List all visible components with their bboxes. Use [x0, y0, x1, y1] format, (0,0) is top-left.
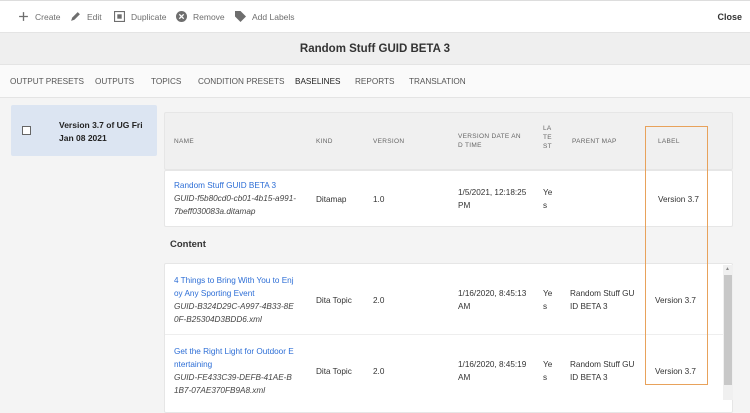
latest-cell: Yes	[543, 289, 553, 311]
tab-topics[interactable]: TOPICS	[151, 77, 181, 86]
duplicate-button[interactable]: Duplicate	[114, 11, 166, 22]
column-header-latest[interactable]: LATEST	[543, 124, 553, 151]
create-button[interactable]: Create	[18, 11, 61, 22]
edit-button[interactable]: Edit	[70, 11, 102, 22]
tab-outputs[interactable]: OUTPUTS	[95, 77, 134, 86]
label-column-highlight	[645, 126, 708, 385]
tab-baselines[interactable]: BASELINES	[295, 77, 341, 86]
tab-reports[interactable]: REPORTS	[355, 77, 394, 86]
plus-icon	[19, 12, 28, 21]
pencil-icon	[71, 12, 80, 21]
topic-title-link[interactable]: 4 Things to Bring With You to Enjoy Any …	[174, 274, 296, 300]
parent-cell: Random Stuff GUID BETA 3	[570, 289, 635, 311]
topic-guid: GUID-FE433C39-DEFB-41AE-B1B7-07AE370FB9A…	[174, 373, 292, 395]
column-header-date[interactable]: VERSION DATE AND TIME	[458, 132, 524, 150]
kind-cell: Dita Topic	[316, 296, 352, 305]
latest-cell: Yes	[543, 360, 553, 382]
date-cell: 1/5/2021, 12:18:25 PM	[458, 188, 527, 210]
tab-condition-presets[interactable]: CONDITION PRESETS	[198, 77, 284, 86]
scrollbar[interactable]: ▲	[723, 265, 733, 400]
table-row[interactable]: 4 Things to Bring With You to Enjoy Any …	[165, 264, 723, 335]
parent-cell: Random Stuff GUID BETA 3	[570, 360, 635, 382]
table-row[interactable]: Get the Right Light for Outdoor Entertai…	[165, 335, 723, 406]
remove-button[interactable]: Remove	[176, 11, 225, 22]
remove-icon	[176, 11, 187, 22]
column-header-kind[interactable]: KIND	[316, 137, 333, 146]
baseline-checkbox[interactable]	[22, 126, 31, 135]
latest-cell: Yes	[543, 188, 553, 210]
baseline-label: Version 3.7 of UG Fri Jan 08 2021	[59, 120, 143, 143]
kind-cell: Ditamap	[316, 195, 347, 204]
tab-output-presets[interactable]: OUTPUT PRESETS	[10, 77, 84, 86]
tab-bar: OUTPUT PRESETS OUTPUTS TOPICS CONDITION …	[0, 65, 750, 98]
version-cell: 2.0	[373, 367, 385, 376]
add-labels-button[interactable]: Add Labels	[235, 11, 295, 22]
column-header-parent-map[interactable]: PARENT MAP	[572, 137, 617, 146]
tag-icon	[235, 11, 246, 22]
kind-cell: Dita Topic	[316, 367, 352, 376]
column-header-name[interactable]: NAME	[174, 137, 194, 146]
tab-translation[interactable]: TRANSLATION	[409, 77, 466, 86]
toolbar: Create Edit Duplicate Remove Add Labels …	[0, 0, 750, 33]
scroll-up-icon[interactable]: ▲	[725, 266, 730, 272]
topic-guid: GUID-B324D29C-A997-4B33-8E0F-B25304D3BDD…	[174, 302, 294, 324]
baseline-list-item[interactable]: Version 3.7 of UG Fri Jan 08 2021	[11, 105, 157, 156]
map-title-link[interactable]: Random Stuff GUID BETA 3	[174, 179, 296, 192]
date-cell: 1/16/2020, 8:45:19 AM	[458, 360, 527, 382]
duplicate-icon	[114, 11, 125, 22]
add-labels-label: Add Labels	[252, 11, 295, 22]
map-guid: GUID-f5b80cd0-cb01-4b15-a991-7beff030083…	[174, 194, 296, 216]
topic-title-link[interactable]: Get the Right Light for Outdoor Entertai…	[174, 345, 296, 371]
scrollbar-thumb[interactable]	[724, 275, 732, 385]
date-cell: 1/16/2020, 8:45:13 AM	[458, 289, 527, 311]
page-title: Random Stuff GUID BETA 3	[0, 33, 750, 65]
close-button[interactable]: Close	[717, 12, 742, 22]
version-cell: 2.0	[373, 296, 385, 305]
content-heading: Content	[170, 239, 206, 250]
remove-label: Remove	[193, 11, 225, 22]
create-label: Create	[35, 11, 61, 22]
version-cell: 1.0	[373, 195, 385, 204]
duplicate-label: Duplicate	[131, 11, 167, 22]
edit-label: Edit	[87, 11, 102, 22]
column-header-version[interactable]: VERSION	[373, 137, 404, 146]
